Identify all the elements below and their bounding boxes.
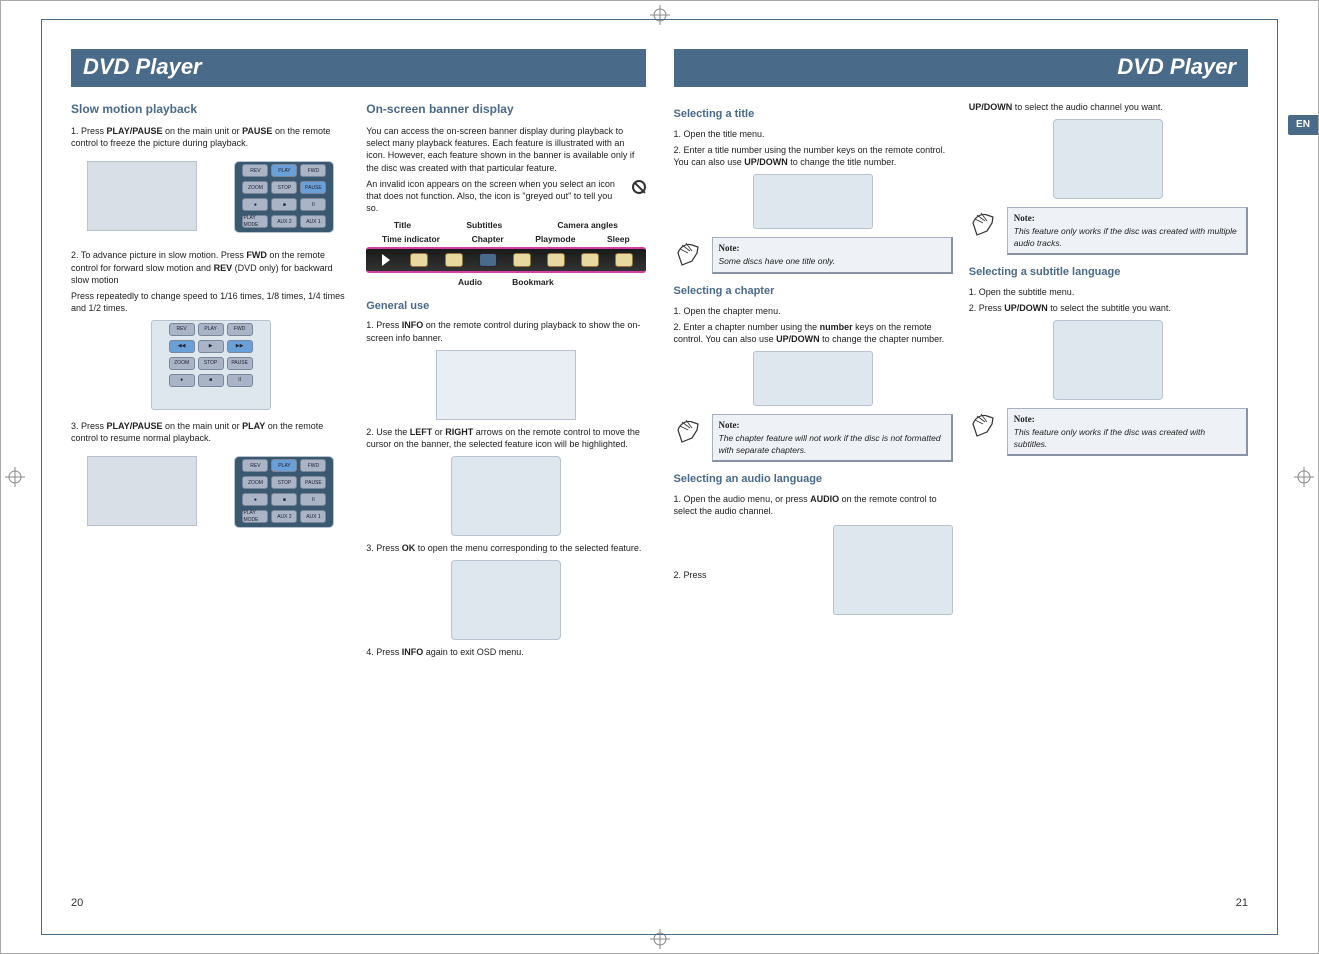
hand-icon [674,237,706,269]
left-col2: On-screen banner display You can access … [366,97,645,662]
section-select-chapter: Selecting a chapter [674,284,953,299]
note-label: Note: [719,242,945,254]
left-col1: Slow motion playback 1. Press PLAY/PAUSE… [71,97,350,662]
remote-illustration-leftright [451,456,561,536]
note-label: Note: [719,419,945,431]
sub-step2: 2. Press UP/DOWN to select the subtitle … [969,302,1248,314]
banner-icon-6 [581,253,599,267]
note-text: This feature only works if the disc was … [1014,427,1205,448]
banner-icon-5 [547,253,565,267]
note-chapter: Note: The chapter feature will not work … [674,414,953,462]
general-step4: 4. Press INFO again to exit OSD menu. [366,646,645,658]
title-step2: 2. Enter a title number using the number… [674,144,953,168]
tv-illustration [87,161,197,231]
slowmo-step3: 3. Press PLAY/PAUSE on the main unit or … [71,420,350,444]
page-number-left: 20 [71,897,83,909]
general-step1: 1. Press INFO on the remote control duri… [366,319,645,343]
page-header-right: DVD Player [674,49,1249,87]
audio-updown: UP/DOWN to select the audio channel you … [969,101,1248,113]
slowmo-speed-note: Press repeatedly to change speed to 1/16… [71,290,350,314]
general-step3: 3. Press OK to open the menu correspondi… [366,542,645,554]
note-title: Note: Some discs have one title only. [674,237,953,274]
note-text: This feature only works if the disc was … [1014,226,1237,247]
chapter-step1: 1. Open the chapter menu. [674,305,953,317]
right-col1: Selecting a title 1. Open the title menu… [674,97,953,615]
page-left: DVD Player Slow motion playback 1. Press… [61,39,660,915]
banner-icon-7 [615,253,633,267]
label-camera: Camera angles [557,220,617,231]
hand-icon [969,207,1001,239]
banner-icon-2 [445,253,463,267]
tv-illustration-2 [87,456,197,526]
audio-keypad-illustration [833,525,953,615]
label-playmode: Playmode [535,234,575,245]
slowmo-step2: 2. To advance picture in slow motion. Pr… [71,249,350,285]
label-audio: Audio [458,277,482,288]
page-number-right: 21 [1236,897,1248,909]
label-chapter: Chapter [472,234,504,245]
registration-mark-right [1294,467,1314,487]
section-banner: On-screen banner display [366,101,645,117]
general-step2: 2. Use the LEFT or RIGHT arrows on the r… [366,426,645,450]
banner-icon-3 [479,253,497,267]
registration-mark-left [5,467,25,487]
remote-illustration-updown-1 [1053,119,1163,199]
label-title: Title [394,220,411,231]
hand-icon [674,414,706,446]
page-header-left: DVD Player [71,49,646,87]
language-tab: EN [1288,115,1318,135]
audio-step2: 2. Press [674,569,707,581]
remote-buttons-illustration: REVPLAYFWD ZOOMSTOPPAUSE ●■II PLAY MODEA… [234,161,334,233]
note-label: Note: [1014,413,1240,425]
banner-intro: You can access the on-screen banner disp… [366,125,645,174]
section-select-subtitle: Selecting a subtitle language [969,265,1248,280]
number-keypad-illustration-2 [753,351,873,406]
note-label: Note: [1014,212,1240,224]
number-keypad-illustration-1 [753,174,873,229]
section-general-use: General use [366,299,645,314]
note-text: The chapter feature will not work if the… [719,433,941,454]
remote-illustration-updown-2 [1053,320,1163,400]
label-bookmark: Bookmark [512,277,554,288]
slowmo-step1: 1. Press PLAY/PAUSE on the main unit or … [71,125,350,149]
remote-keypad-illustration: REVPLAYFWD ◀◀▶▶▶ ZOOMSTOPPAUSE ●■II [151,320,271,410]
banner-icon-4 [513,253,531,267]
audio-step1: 1. Open the audio menu, or press AUDIO o… [674,493,953,517]
section-select-title: Selecting a title [674,107,953,122]
remote-illustration-ok [451,560,561,640]
note-text: Some discs have one title only. [719,256,836,266]
section-select-audio: Selecting an audio language [674,472,953,487]
note-audio: Note: This feature only works if the dis… [969,207,1248,255]
note-subtitle: Note: This feature only works if the dis… [969,408,1248,456]
page-right: DVD Player Selecting a title 1. Open the… [660,39,1259,915]
play-indicator-icon [382,254,390,266]
hand-icon [969,408,1001,440]
sub-step1: 1. Open the subtitle menu. [969,286,1248,298]
title-step1: 1. Open the title menu. [674,128,953,140]
remote-illustration-info [436,350,576,420]
banner-invalid: An invalid icon appears on the screen wh… [366,178,645,214]
remote-buttons-illustration-2: REVPLAYFWD ZOOMSTOPPAUSE ●■II PLAY MODEA… [234,456,334,528]
banner-diagram: Title Subtitles Camera angles Time indic… [366,220,645,288]
label-subtitles: Subtitles [466,220,502,231]
label-time: Time indicator [382,234,440,245]
label-sleep: Sleep [607,234,630,245]
banner-icon-1 [410,253,428,267]
right-col2: UP/DOWN to select the audio channel you … [969,97,1248,615]
chapter-step2: 2. Enter a chapter number using the numb… [674,321,953,345]
section-slow-motion: Slow motion playback [71,101,350,117]
invalid-icon [632,180,646,194]
